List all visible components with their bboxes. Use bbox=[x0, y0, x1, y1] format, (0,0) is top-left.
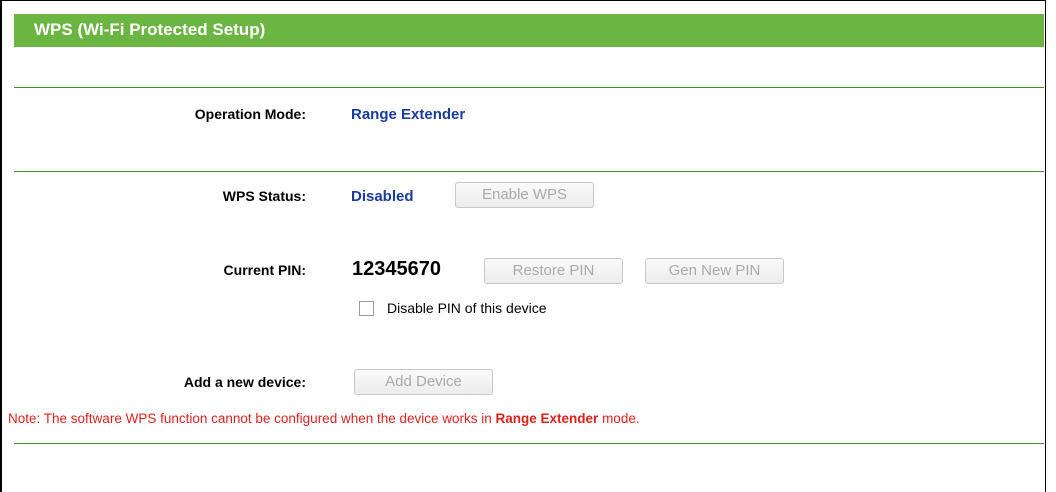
page-title: WPS (Wi-Fi Protected Setup) bbox=[34, 20, 266, 39]
disable-pin-checkbox[interactable] bbox=[359, 301, 374, 316]
enable-wps-button[interactable]: Enable WPS bbox=[455, 182, 594, 208]
note-prefix: Note bbox=[8, 411, 37, 426]
divider bbox=[14, 443, 1044, 444]
current-pin-value: 12345670 bbox=[352, 258, 441, 280]
wps-status-value: Disabled bbox=[351, 188, 414, 205]
gen-new-pin-button[interactable]: Gen New PIN bbox=[645, 258, 784, 284]
note-highlight: Range Extender bbox=[495, 411, 599, 426]
add-device-button[interactable]: Add Device bbox=[354, 369, 493, 395]
current-pin-label: Current PIN: bbox=[223, 262, 306, 278]
restore-pin-button[interactable]: Restore PIN bbox=[484, 258, 623, 284]
divider bbox=[14, 87, 1044, 88]
disable-pin-label: Disable PIN of this device bbox=[387, 300, 547, 316]
divider bbox=[14, 171, 1044, 172]
add-device-label: Add a new device: bbox=[183, 374, 306, 390]
note-body-start: : The software WPS function cannot be co… bbox=[36, 411, 496, 426]
note-body-end: mode. bbox=[598, 411, 640, 426]
note-text: Note: The software WPS function cannot b… bbox=[8, 411, 640, 426]
section-header: WPS (Wi-Fi Protected Setup) bbox=[14, 14, 1044, 47]
operation-mode-value: Range Extender bbox=[351, 106, 466, 123]
operation-mode-label: Operation Mode: bbox=[194, 106, 306, 122]
wps-status-label: WPS Status: bbox=[222, 188, 306, 204]
